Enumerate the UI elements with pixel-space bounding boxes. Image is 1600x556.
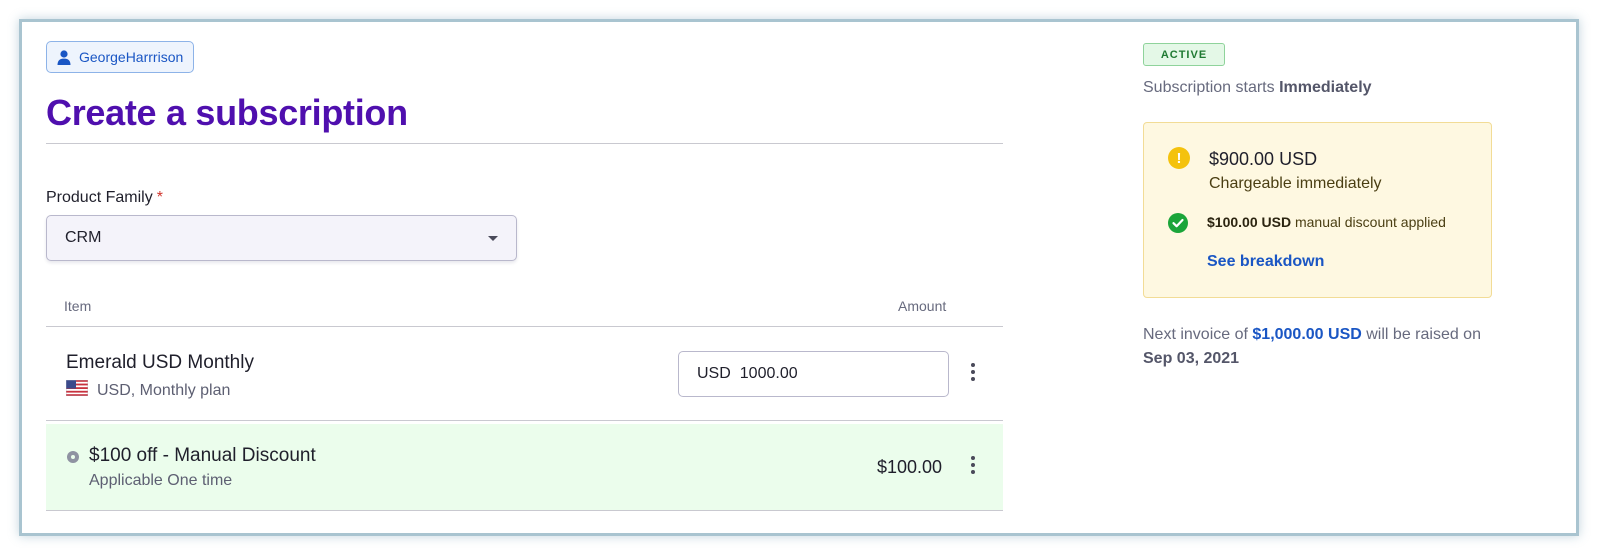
next-invoice-mid: will be raised on [1366, 326, 1481, 343]
plan-more-icon[interactable] [970, 363, 976, 381]
start-info: Subscription starts Immediately [1143, 79, 1372, 97]
required-marker: * [156, 189, 163, 206]
divider [46, 420, 1003, 421]
discount-name: $100 off - Manual Discount [89, 445, 316, 466]
next-invoice-info: Next invoice of $1,000.00 USD will be ra… [1143, 323, 1493, 371]
discount-applied-amount: $100.00 USD [1207, 214, 1292, 230]
charge-amount: $900.00 USD [1209, 149, 1318, 169]
customer-chip[interactable]: GeorgeHarrrison [46, 41, 195, 73]
customer-name: GeorgeHarrrison [79, 49, 184, 65]
product-family-value: CRM [65, 229, 102, 246]
product-family-select[interactable]: CRM [46, 215, 517, 261]
charge-timing: Chargeable immediately [1209, 175, 1382, 192]
divider [46, 326, 1003, 327]
plan-name: Emerald USD Monthly [66, 352, 254, 373]
next-invoice-prefix: Next invoice of [1143, 326, 1248, 343]
column-header-item: Item [64, 298, 92, 314]
see-breakdown-link[interactable]: See breakdown [1207, 253, 1324, 271]
currency-prefix: USD [697, 365, 731, 382]
discount-applied-note: $100.00 USD manual discount applied [1207, 214, 1446, 230]
plan-details: USD, Monthly plan [65, 379, 231, 401]
exclamation-icon: ! [1168, 147, 1190, 169]
discount-icon [67, 451, 79, 463]
plan-amount-value: 1000.00 [739, 365, 798, 382]
divider [46, 510, 1003, 511]
discount-row [46, 424, 1003, 510]
divider [46, 143, 1003, 144]
status-badge: ACTIVE [1143, 43, 1225, 66]
charge-summary: ! $900.00 USD Chargeable immediately $10… [1143, 122, 1492, 298]
page-title: Create a subscription [46, 92, 408, 133]
product-family-label-text: Product Family [46, 189, 153, 206]
start-prefix: Subscription starts [1143, 79, 1275, 96]
plan-sub-text: USD, Monthly plan [97, 381, 231, 399]
discount-applied-text: manual discount applied [1294, 214, 1446, 230]
discount-more-icon[interactable] [970, 456, 976, 474]
column-header-amount: Amount [898, 298, 947, 314]
subscription-panel: GeorgeHarrrison Create a subscription Pr… [19, 19, 1579, 536]
plan-amount-input[interactable]: USD 1000.00 [678, 351, 949, 397]
next-invoice-amount: $1,000.00 USD [1252, 326, 1362, 343]
chevron-down-icon [488, 236, 498, 241]
start-value: Immediately [1279, 79, 1372, 96]
check-circle-icon [1168, 213, 1188, 233]
discount-amount: $100.00 [877, 457, 943, 477]
next-invoice-date: Sep 03, 2021 [1143, 350, 1240, 367]
us-flag-icon [65, 379, 89, 401]
discount-applicability: Applicable One time [89, 472, 233, 489]
product-family-label: Product Family * [46, 189, 163, 207]
user-icon [57, 49, 71, 65]
